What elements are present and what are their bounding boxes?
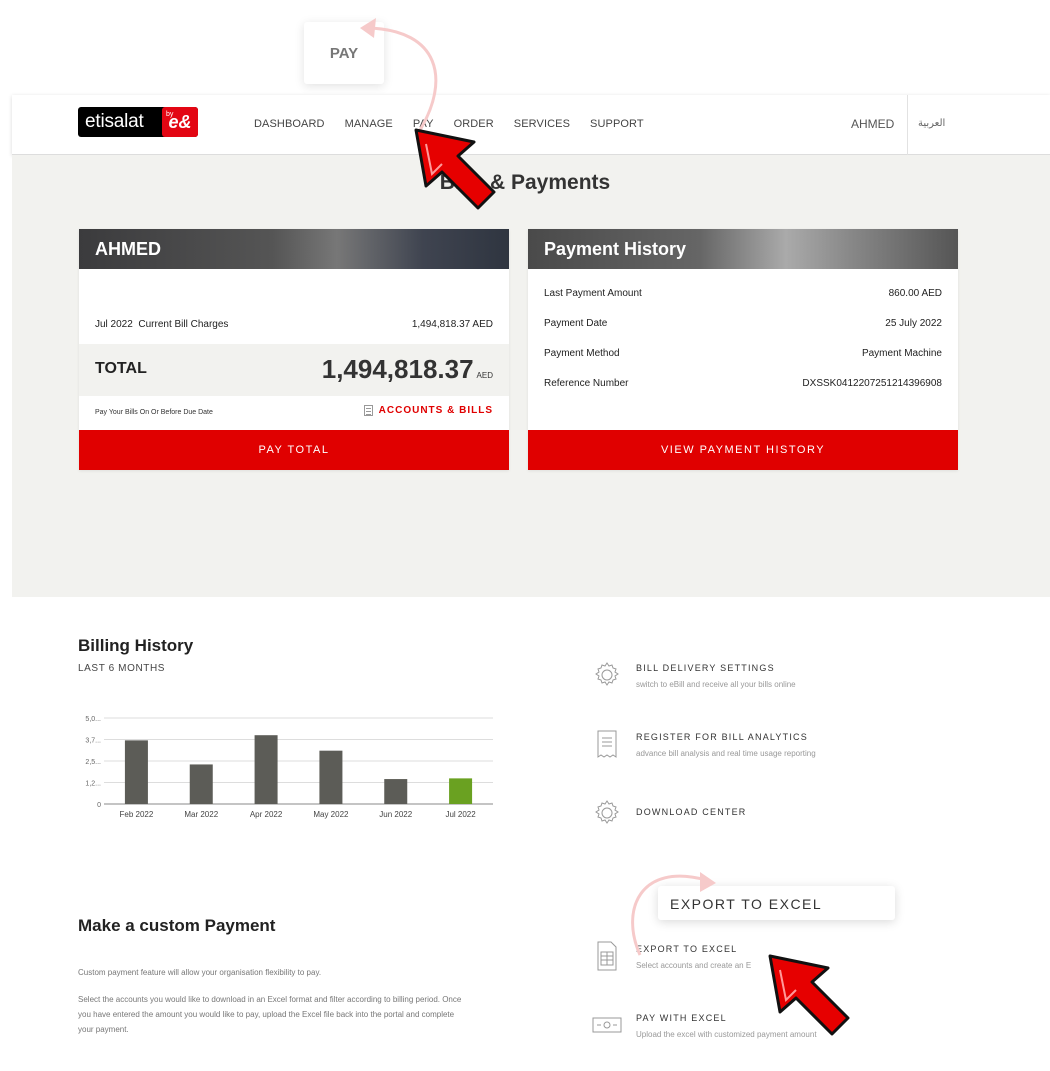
chart-bar [449,778,473,804]
x-tick-label: Jun 2022 [379,810,412,819]
charges-label: Current Bill Charges [138,319,229,330]
payment-history-card: Payment History Last Payment Amount 860.0… [528,229,958,470]
y-tick-label: 5,0... [85,716,101,723]
accounts-bills-link[interactable]: ACCOUNTS & BILLS [363,405,493,416]
y-tick-label: 3,7... [85,738,101,745]
export-callout: EXPORT TO EXCEL [658,886,895,920]
chart-bar [319,750,343,804]
top-navigation-bar: etisalat by e& DASHBOARD MANAGE PAY ORDER… [12,95,1050,155]
payment-row: Payment Date 25 July 2022 [544,318,942,329]
current-charges-row: Jul 2022 Current Bill Charges 1,494,818.… [95,319,493,330]
view-payment-history-button[interactable]: VIEW PAYMENT HISTORY [528,430,958,470]
logo-mark: by e& [162,107,198,137]
spreadsheet-icon [597,941,617,971]
custom-payment-intro: Custom payment feature will allow your o… [78,968,322,977]
nav-services[interactable]: SERVICES [514,118,570,130]
billing-history-chart: 0 1,2... 2,5... 3,7... 5,0... Feb 2022 Mar 202… [85,716,493,819]
custom-payment-title: Make a custom Payment [78,916,276,935]
total-currency: AED [476,371,493,380]
chart-bar [254,735,278,804]
payment-card-header: Payment History [528,229,958,269]
billing-history-subtitle: LAST 6 MONTHS [78,663,166,674]
total-label: TOTAL [95,360,147,377]
chart-bar [189,764,213,804]
charges-value: 1,494,818.37 AED [411,319,493,330]
y-tick-label: 1,2... [85,781,101,788]
nav-support[interactable]: SUPPORT [590,118,644,130]
x-tick-label: Mar 2022 [184,810,218,819]
bill-summary-card: AHMED Jul 2022 Current Bill Charges 1,49… [79,229,509,470]
payment-row: Reference Number DXSSK0412207251214396908 [544,378,942,389]
bill-card-header: AHMED [79,229,509,269]
x-tick-label: May 2022 [313,810,349,819]
nav-dashboard[interactable]: DASHBOARD [254,118,325,130]
due-date-note: Pay Your Bills On Or Before Due Date [95,409,213,416]
chart-bar [384,779,408,804]
nav-manage[interactable]: MANAGE [345,118,393,130]
document-icon [363,405,373,416]
y-tick-label: 0 [97,802,101,809]
main-nav: DASHBOARD MANAGE PAY ORDER SERVICES SUPP… [254,118,644,130]
billing-history-title: Billing History [78,636,194,655]
pay-callout-label: PAY [329,44,359,62]
etisalat-logo[interactable]: etisalat by e& [78,107,198,137]
register-bill-analytics-option[interactable]: REGISTER FOR BILL ANALYTICS advance bill … [592,729,816,759]
chart-bar [124,740,148,804]
receipt-icon [597,730,617,758]
x-tick-label: Feb 2022 [120,810,154,819]
export-cursor-highlight [779,969,797,1003]
language-switch[interactable]: العربية [907,95,1050,155]
x-tick-label: Jul 2022 [445,810,476,819]
x-tick-label: Apr 2022 [250,810,283,819]
custom-payment-instructions: Select the accounts you would like to do… [78,995,462,1034]
pay-with-excel-option[interactable]: PAY WITH EXCEL Upload the excel with cust… [592,1010,817,1040]
gear-icon [595,800,619,824]
bill-delivery-settings-option[interactable]: BILL DELIVERY SETTINGS switch to eBill an… [592,660,796,690]
page-title: Bills & Payments [439,171,611,194]
export-to-excel-option[interactable]: EXPORT TO EXCEL Select accounts and creat… [592,941,751,971]
total-amount: 1,494,818.37 AED [321,354,493,384]
nav-order[interactable]: ORDER [454,118,494,130]
gear-icon [595,662,619,686]
payment-row: Payment Method Payment Machine [544,348,942,359]
user-menu[interactable]: AHMED [851,117,894,131]
payment-row: Last Payment Amount 860.00 AED [544,288,942,299]
y-tick-label: 2,5... [85,759,101,766]
logo-text: etisalat [85,111,144,132]
nav-pay[interactable]: PAY [413,118,434,130]
download-center-option[interactable]: DOWNLOAD CENTER [592,798,747,828]
pay-total-button[interactable]: PAY TOTAL [79,430,509,470]
bill-period: Jul 2022 [95,319,133,330]
cash-icon [592,1017,622,1033]
pay-callout: PAY [304,22,384,84]
